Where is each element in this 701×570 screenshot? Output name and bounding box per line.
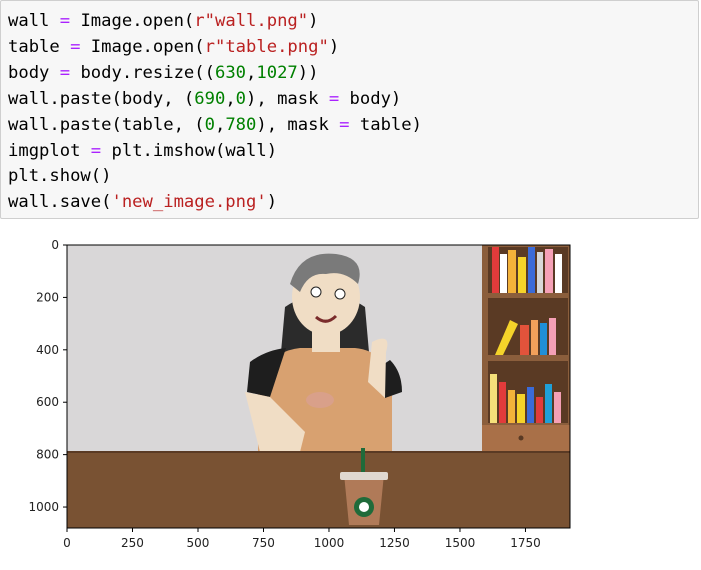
code-line: plt.show() (8, 166, 112, 187)
x-tick-label: 1000 (314, 536, 345, 550)
x-axis: 0 250 500 750 1000 1250 1500 1750 (63, 528, 541, 550)
y-tick-label: 1000 (28, 500, 59, 514)
x-tick-label: 1500 (445, 536, 476, 550)
x-tick-label: 750 (252, 536, 275, 550)
x-tick-label: 1250 (379, 536, 410, 550)
x-tick-label: 500 (187, 536, 210, 550)
bookshelf-image (482, 245, 570, 453)
y-tick-label: 400 (36, 343, 59, 357)
y-tick-label: 0 (51, 238, 59, 252)
plot-output: 0 250 500 750 1000 1250 1500 1750 0 200 400 600 800… (0, 222, 701, 570)
y-tick-label: 800 (36, 448, 59, 462)
code-line: table = Image.open(r"table.png") (8, 36, 340, 57)
image-plot: 0 250 500 750 1000 1250 1500 1750 0 200 400 600 800… (28, 238, 571, 550)
y-tick-label: 600 (36, 395, 59, 409)
code-cell[interactable]: wall = Image.open(r"wall.png") table = I… (0, 0, 699, 219)
code-line: imgplot = plt.imshow(wall) (8, 140, 278, 161)
desk-image (67, 452, 570, 528)
code-text[interactable]: wall = Image.open(r"wall.png") table = I… (8, 9, 422, 216)
x-tick-label: 1750 (510, 536, 541, 550)
code-line: body = body.resize((630,1027)) (8, 62, 319, 83)
code-line: wall.save('new_image.png') (8, 192, 278, 213)
y-axis: 0 200 400 600 800 1000 (28, 238, 67, 514)
x-tick-label: 0 (63, 536, 71, 550)
y-tick-label: 200 (36, 290, 59, 304)
code-line: wall.paste(table, (0,780), mask = table) (8, 114, 422, 135)
code-line: wall = Image.open(r"wall.png") (8, 11, 319, 31)
code-line: wall.paste(body, (690,0), mask = body) (8, 88, 402, 109)
plotted-image (66, 244, 571, 529)
x-tick-label: 250 (121, 536, 144, 550)
